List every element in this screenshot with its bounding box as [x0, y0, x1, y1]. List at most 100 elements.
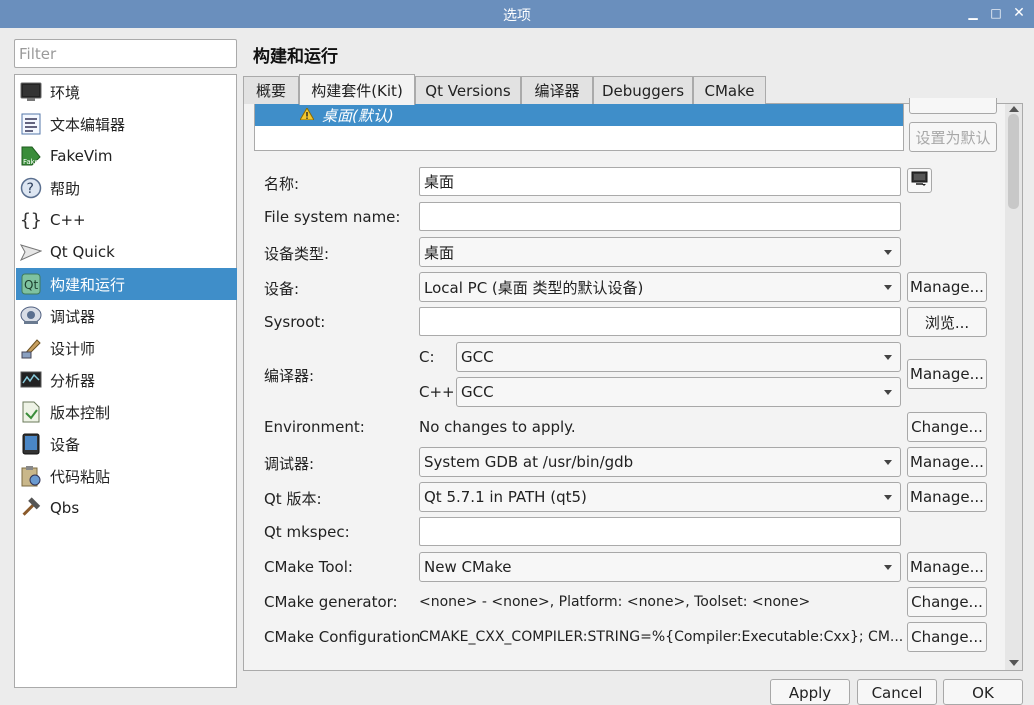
minimize-icon[interactable]: ▁ — [964, 4, 982, 22]
debugger-manage-button[interactable]: Manage... — [907, 447, 987, 477]
name-label: 名称: — [264, 175, 300, 193]
cmake-tool-manage-button[interactable]: Manage... — [907, 552, 987, 582]
tab-qt-versions[interactable]: Qt Versions — [415, 76, 521, 104]
environment-change-button[interactable]: Change... — [907, 412, 987, 442]
chevron-down-icon — [884, 390, 892, 395]
device-icon — [20, 433, 42, 455]
cmake-generator-label: CMake generator: — [264, 593, 398, 611]
tab-kits[interactable]: 构建套件(Kit) — [299, 74, 415, 105]
scroll-thumb[interactable] — [1008, 114, 1019, 209]
device-type-combo[interactable]: 桌面 — [419, 237, 901, 267]
sidebar-item-label: 设备 — [50, 435, 81, 454]
environment-value: No changes to apply. — [419, 418, 576, 436]
scroll-down-icon[interactable] — [1009, 660, 1019, 666]
scroll-up-icon[interactable] — [1009, 106, 1019, 112]
sidebar-item-label: 环境 — [50, 83, 81, 102]
sysroot-label: Sysroot: — [264, 313, 326, 331]
hammer-icon — [20, 497, 42, 519]
sidebar-item-qbs[interactable]: Qbs — [16, 492, 237, 524]
tab-debuggers[interactable]: Debuggers — [593, 76, 693, 104]
tab-label: 概要 — [255, 82, 286, 100]
device-manage-button[interactable]: Manage... — [907, 272, 987, 302]
device-icon-button[interactable] — [907, 168, 932, 193]
version-control-icon — [20, 401, 42, 423]
sidebar-item-text-editor[interactable]: 文本编辑器 — [16, 108, 237, 140]
sidebar-item-label: 版本控制 — [50, 403, 111, 422]
add-kit-button[interactable] — [909, 98, 997, 114]
warning-icon — [299, 106, 315, 124]
qt-mkspec-label: Qt mkspec: — [264, 523, 350, 541]
file-system-name-field[interactable] — [419, 202, 901, 231]
device-label: 设备: — [264, 280, 300, 298]
cmake-tool-combo[interactable]: New CMake — [419, 552, 901, 582]
sidebar-item-code-paste[interactable]: 代码粘贴 — [16, 460, 237, 492]
make-default-button[interactable]: 设置为默认 — [909, 122, 997, 152]
filter-input[interactable] — [14, 39, 237, 68]
ok-button[interactable]: OK — [943, 679, 1023, 705]
sidebar-item-label: Qt Quick — [50, 243, 115, 261]
qt-mkspec-field[interactable] — [419, 517, 901, 546]
sidebar-item-debugger[interactable]: 调试器 — [16, 300, 237, 332]
sidebar-item-help[interactable]: ? 帮助 — [16, 172, 237, 204]
maximize-icon[interactable]: □ — [987, 4, 1005, 22]
sidebar-item-qt-quick[interactable]: Qt Quick — [16, 236, 237, 268]
kit-row-desktop[interactable]: 桌面(默认) — [255, 104, 903, 126]
cmake-configuration-change-button[interactable]: Change... — [907, 622, 987, 652]
file-system-name-label: File system name: — [264, 208, 401, 226]
sidebar-item-analyzer[interactable]: 分析器 — [16, 364, 237, 396]
combo-value: GCC — [461, 383, 494, 401]
braces-icon: {} — [20, 209, 42, 231]
sidebar-item-cpp[interactable]: {} C++ — [16, 204, 237, 236]
compiler-c-combo[interactable]: GCC — [456, 342, 901, 372]
combo-value: Local PC (桌面 类型的默认设备) — [424, 278, 644, 297]
sidebar-item-label: 代码粘贴 — [50, 467, 111, 486]
combo-value: GCC — [461, 348, 494, 366]
tab-label: Qt Versions — [425, 81, 511, 100]
debugger-label: 调试器: — [264, 455, 315, 473]
vertical-scrollbar[interactable] — [1005, 104, 1022, 670]
close-icon[interactable]: ✕ — [1010, 4, 1028, 22]
sysroot-field[interactable] — [419, 307, 901, 336]
qt-version-combo[interactable]: Qt 5.7.1 in PATH (qt5) — [419, 482, 901, 512]
chevron-down-icon — [884, 285, 892, 290]
code-paste-icon — [20, 465, 42, 487]
device-type-label: 设备类型: — [264, 245, 330, 263]
apply-button[interactable]: Apply — [770, 679, 850, 705]
name-field[interactable]: 桌面 — [419, 167, 901, 196]
svg-text:{}: {} — [20, 210, 42, 231]
kit-list[interactable]: 桌面(默认) — [254, 104, 904, 151]
tab-label: 构建套件(Kit) — [311, 81, 403, 100]
qt-version-manage-button[interactable]: Manage... — [907, 482, 987, 512]
tab-cmake[interactable]: CMake — [693, 76, 766, 104]
compiler-cpp-label: C++: — [419, 383, 460, 401]
cmake-tool-label: CMake Tool: — [264, 558, 353, 576]
cancel-button[interactable]: Cancel — [857, 679, 937, 705]
cmake-configuration-label: CMake Configuration — [264, 628, 421, 646]
compiler-manage-button[interactable]: Manage... — [907, 359, 987, 389]
sidebar-item-device[interactable]: 设备 — [16, 428, 237, 460]
sidebar: 环境 文本编辑器 Fake FakeVim ? 帮助 {} C++ Qt Qui… — [14, 74, 237, 688]
tab-overview[interactable]: 概要 — [243, 76, 299, 104]
chevron-down-icon — [884, 460, 892, 465]
tab-label: 编译器 — [534, 82, 580, 100]
sidebar-item-label: 分析器 — [50, 371, 96, 390]
device-combo[interactable]: Local PC (桌面 类型的默认设备) — [419, 272, 901, 302]
sidebar-item-fakevim[interactable]: Fake FakeVim — [16, 140, 237, 172]
window-title: 选项 — [503, 8, 531, 24]
sidebar-item-designer[interactable]: 设计师 — [16, 332, 237, 364]
debugger-combo[interactable]: System GDB at /usr/bin/gdb — [419, 447, 901, 477]
sidebar-item-version-control[interactable]: 版本控制 — [16, 396, 237, 428]
build-run-icon: Qt — [20, 273, 42, 295]
sidebar-item-label: FakeVim — [50, 147, 113, 165]
sidebar-item-build-run[interactable]: Qt 构建和运行 — [16, 268, 237, 300]
cmake-configuration-value: CMAKE_CXX_COMPILER:STRING=%{Compiler:Exe… — [419, 629, 902, 645]
paper-plane-icon — [20, 241, 42, 263]
cmake-generator-change-button[interactable]: Change... — [907, 587, 987, 617]
sysroot-browse-button[interactable]: 浏览... — [907, 307, 987, 337]
sidebar-item-label: Qbs — [50, 499, 80, 517]
tab-compilers[interactable]: 编译器 — [521, 76, 593, 104]
analyzer-icon — [20, 369, 42, 391]
page-title: 构建和运行 — [253, 47, 338, 67]
sidebar-item-environment[interactable]: 环境 — [16, 76, 237, 108]
compiler-cpp-combo[interactable]: GCC — [456, 377, 901, 407]
